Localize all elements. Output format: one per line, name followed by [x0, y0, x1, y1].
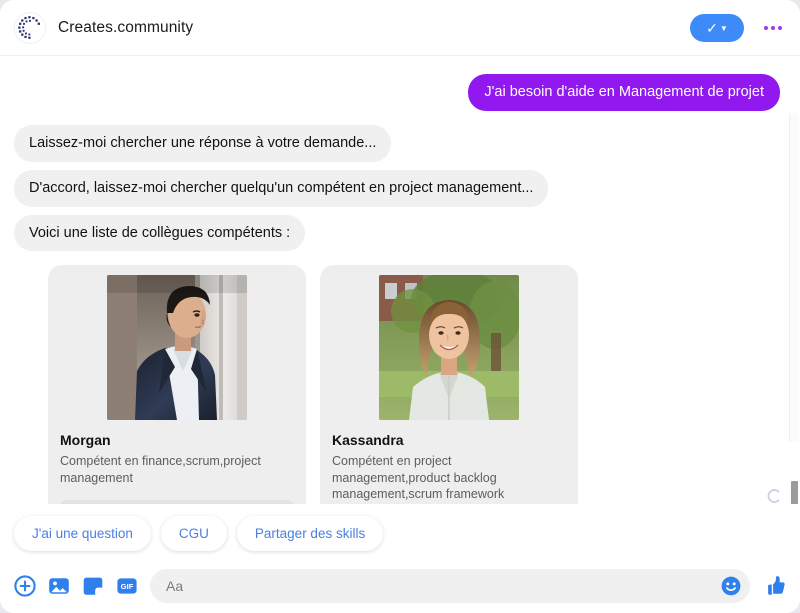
- brand[interactable]: Creates.community: [14, 11, 194, 44]
- svg-text:GIF: GIF: [121, 582, 134, 591]
- kebab-menu-icon[interactable]: [760, 22, 786, 34]
- person-name: Morgan: [60, 432, 111, 449]
- messenger-chat-window: Creates.community ✓ ▼ J'ai besoin d'aide…: [0, 0, 800, 613]
- gif-icon[interactable]: GIF: [116, 575, 138, 597]
- kebab-dot: [778, 25, 782, 30]
- seen-c-icon: [766, 488, 782, 504]
- person-card[interactable]: Morgan Compétent en finance,scrum,projec…: [48, 265, 306, 504]
- message-row-bot: Laissez-moi chercher une réponse à votre…: [14, 124, 784, 162]
- chat-header: Creates.community ✓ ▼: [0, 0, 800, 56]
- confirm-dropdown-button[interactable]: ✓ ▼: [690, 13, 744, 42]
- chat-scrollbar-track[interactable]: [789, 113, 798, 504]
- smiling-woman-outdoors-photo: [379, 275, 519, 421]
- quick-reply-bar: J'ai une question CGU Partager des skill…: [0, 504, 800, 563]
- message-row-bot: D'accord, laissez-moi chercher quelqu'un…: [14, 169, 784, 207]
- plus-circle-icon[interactable]: [14, 575, 36, 597]
- message-composer: GIF: [0, 563, 800, 613]
- message-input-wrapper[interactable]: [150, 569, 750, 603]
- chat-scrollbar-thumb[interactable]: [791, 481, 798, 504]
- kebab-dot: [764, 25, 768, 30]
- person-name: Kassandra: [332, 432, 404, 449]
- create-event-button[interactable]: Créer un événement: [60, 500, 294, 504]
- person-card-carousel[interactable]: Morgan Compétent en finance,scrum,projec…: [14, 265, 784, 504]
- person-card[interactable]: Kassandra Compétent en project managemen…: [320, 265, 578, 504]
- person-description: Compétent en finance,scrum,project manag…: [60, 454, 261, 485]
- user-message-bubble[interactable]: J'ai besoin d'aide en Management de proj…: [468, 74, 780, 111]
- bot-message-bubble[interactable]: Voici une liste de collègues compétents …: [14, 214, 306, 252]
- person-description: Compétent en project management,product …: [332, 454, 505, 502]
- message-row-user: J'ai besoin d'aide en Management de proj…: [14, 74, 784, 111]
- sticker-icon[interactable]: [82, 575, 104, 597]
- message-input[interactable]: [166, 578, 720, 594]
- image-icon[interactable]: [48, 575, 70, 597]
- brand-name: Creates.community: [58, 18, 194, 36]
- check-icon: ✓: [706, 19, 718, 36]
- kebab-dot: [771, 25, 775, 30]
- message-list[interactable]: J'ai besoin d'aide en Management de proj…: [0, 56, 800, 504]
- emoji-smiley-icon[interactable]: [720, 575, 742, 597]
- quick-reply-question[interactable]: J'ai une question: [14, 516, 151, 551]
- quick-reply-cgu[interactable]: CGU: [160, 516, 227, 551]
- chevron-down-icon: ▼: [719, 24, 728, 33]
- man-in-blue-suit-by-window-photo: [107, 275, 247, 421]
- dotted-c-logo-icon: [14, 11, 46, 44]
- thumbs-up-icon[interactable]: [762, 574, 786, 598]
- bot-message-bubble[interactable]: D'accord, laissez-moi chercher quelqu'un…: [14, 169, 549, 207]
- message-row-bot: Voici une liste de collègues compétents …: [14, 214, 784, 252]
- bot-message-bubble[interactable]: Laissez-moi chercher une réponse à votre…: [14, 124, 392, 162]
- quick-reply-share-skills[interactable]: Partager des skills: [236, 516, 384, 551]
- header-actions: ✓ ▼: [690, 13, 786, 42]
